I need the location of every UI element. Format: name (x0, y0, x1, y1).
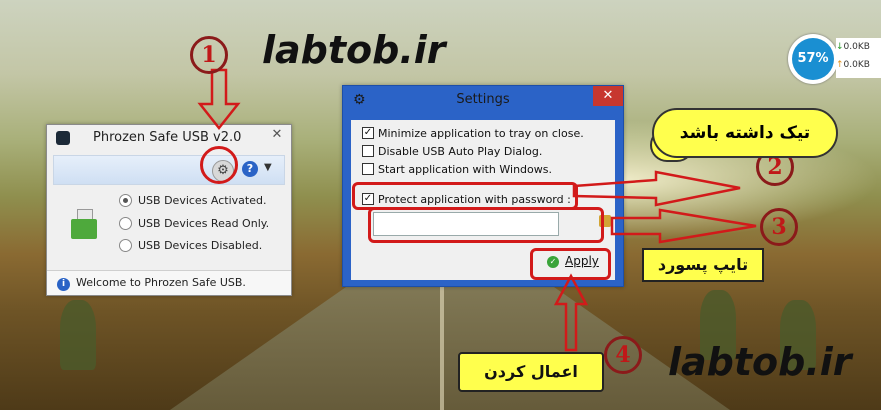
upload-value: 0.0KB (843, 60, 870, 70)
upload-speed: ↑0.0KB (836, 56, 881, 74)
network-speed-panel: ↓0.0KB ↑0.0KB (836, 38, 881, 78)
step-3-badge: 3 (760, 208, 798, 246)
watermark-bottom: labtob.ir (668, 340, 852, 384)
watermark-top: labtob.ir (262, 28, 446, 72)
note-tick-cloud: تیک داشته باشد (652, 108, 838, 158)
gauge-percent: 57% (792, 38, 834, 80)
note-type-password: تایپ پسورد (642, 248, 764, 282)
arrow-down-icon: ↓ (836, 42, 844, 52)
arrow-down-to-gear (197, 68, 241, 131)
note-apply: اعمال کردن (458, 352, 604, 392)
download-value: 0.0KB (843, 42, 870, 52)
arrow-up-icon: ↑ (836, 60, 844, 70)
step-1-badge: 1 (190, 36, 228, 74)
arrow-to-password (610, 208, 757, 244)
download-speed: ↓0.0KB (836, 38, 881, 56)
step-4-badge: 4 (604, 336, 642, 374)
cpu-gauge[interactable]: 57% (788, 34, 838, 84)
arrow-up-to-apply (553, 273, 589, 352)
arrow-to-checkbox (572, 170, 741, 207)
